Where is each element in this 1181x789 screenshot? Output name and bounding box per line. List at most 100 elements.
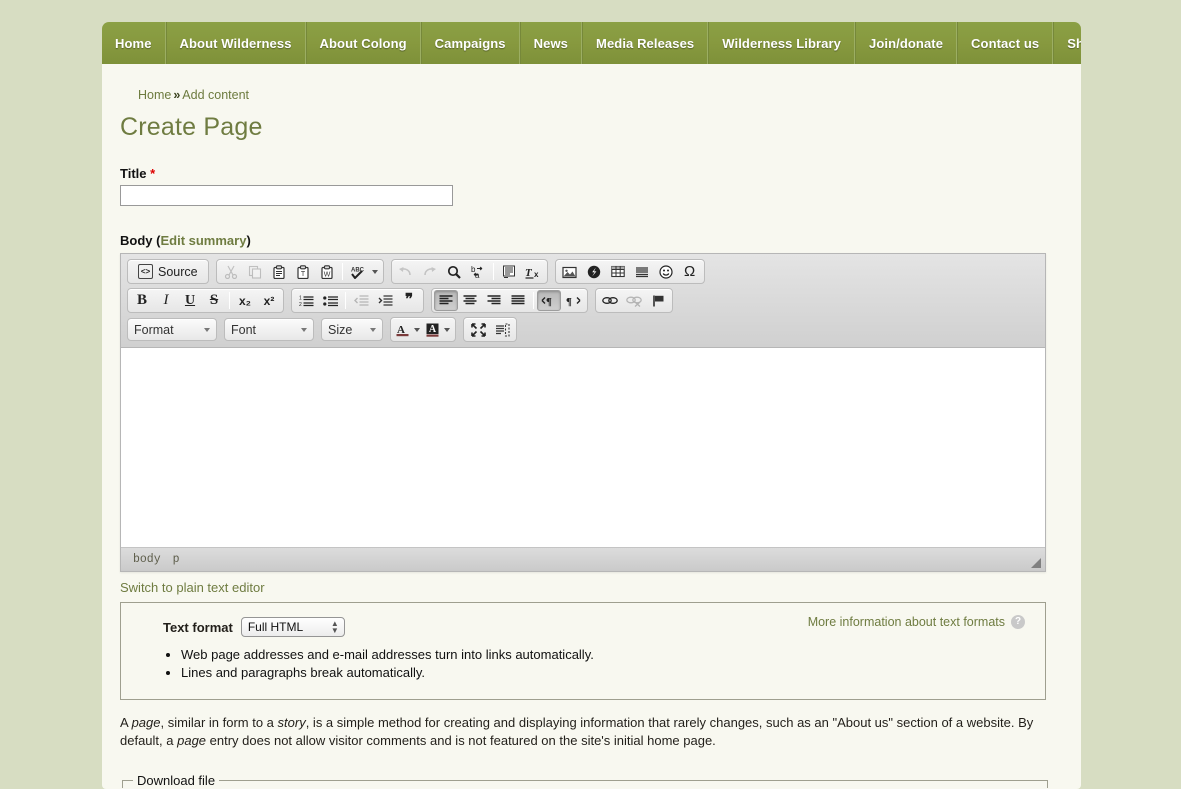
nav-item-join-donate[interactable]: Join/donate: [854, 22, 958, 64]
toolbar-group-tools: [463, 317, 517, 342]
chevron-down-icon: [444, 327, 450, 332]
find-icon[interactable]: [442, 261, 466, 282]
align-right-icon[interactable]: [482, 290, 506, 311]
nav-label: Wilderness Library: [722, 35, 841, 51]
page-root: Home About Wilderness About Colong Campa…: [0, 0, 1181, 789]
size-dropdown-label: Size: [328, 322, 353, 337]
chevron-down-icon: [371, 269, 378, 274]
switch-to-plain-text-editor-link[interactable]: Switch to plain text editor: [120, 580, 265, 595]
paste-icon[interactable]: [267, 261, 291, 282]
toolbar-separator: [345, 292, 346, 309]
nav-item-about-wilderness[interactable]: About Wilderness: [165, 22, 306, 64]
svg-text:T: T: [525, 267, 533, 279]
breadcrumb-link-add-content[interactable]: Add content: [182, 88, 249, 102]
toolbar-group-paragraph-lists: 12 ❞: [291, 288, 424, 313]
numbered-list-icon[interactable]: 12: [294, 290, 318, 311]
body-form-item: Body (Edit summary): [120, 233, 1061, 248]
paste-as-plain-text-icon[interactable]: T: [291, 261, 315, 282]
help-icon: ?: [1011, 615, 1025, 629]
remove-format-icon[interactable]: Tx: [521, 261, 545, 282]
align-justify-icon[interactable]: [506, 290, 530, 311]
text-format-select[interactable]: Full HTML: [240, 617, 345, 637]
nav-label: Shop: [1067, 35, 1081, 51]
desc-em-page2: page: [177, 733, 207, 749]
smiley-icon[interactable]: [654, 261, 678, 282]
nav-item-news[interactable]: News: [519, 22, 583, 64]
text-direction-rtl-icon[interactable]: ¶: [561, 290, 585, 311]
list-item: Lines and paragraphs break automatically…: [181, 665, 1029, 680]
body-editor-area[interactable]: [121, 348, 1045, 548]
title-form-item: Title *: [120, 166, 1061, 206]
anchor-icon[interactable]: [646, 290, 670, 311]
toolbar-separator: [492, 263, 494, 280]
breadcrumb: Home» Add content: [138, 88, 1061, 102]
maximize-icon[interactable]: [466, 319, 490, 340]
bulleted-list-icon[interactable]: [318, 290, 342, 311]
toolbar-row-3: Format Font Size A A: [127, 317, 1041, 342]
ckeditor-toolbox: <> Source T W ABC b a T x Ω B I U S x₂ x…: [121, 254, 1045, 348]
text-color-icon[interactable]: A: [393, 319, 423, 340]
toolbar-group-links: [595, 288, 673, 313]
nav-item-about-colong[interactable]: About Colong: [305, 22, 421, 64]
svg-text:¶: ¶: [566, 296, 572, 307]
bold-icon[interactable]: B: [130, 290, 154, 311]
cut-icon: [219, 261, 243, 282]
background-color-icon[interactable]: A: [423, 319, 453, 340]
title-input[interactable]: [120, 185, 453, 206]
svg-text:¶: ¶: [546, 296, 552, 307]
subscript-icon[interactable]: x₂: [233, 290, 257, 311]
toolbar-separator: [341, 263, 343, 280]
copy-icon: [243, 261, 267, 282]
svg-text:ABC: ABC: [351, 267, 365, 273]
svg-text:x: x: [534, 270, 539, 279]
superscript-icon[interactable]: x²: [257, 290, 281, 311]
element-path-p[interactable]: p: [173, 553, 180, 566]
breadcrumb-link-home[interactable]: Home: [138, 88, 171, 102]
element-path-body[interactable]: body: [133, 553, 161, 566]
underline-icon[interactable]: U: [178, 290, 202, 311]
svg-text:W: W: [323, 271, 330, 278]
chevron-down-icon: [301, 327, 307, 332]
nav-label: Campaigns: [434, 35, 506, 51]
flash-icon[interactable]: [582, 261, 606, 282]
italic-icon[interactable]: I: [154, 290, 178, 311]
more-information-about-text-formats-link[interactable]: More information about text formats ?: [808, 615, 1025, 629]
size-dropdown[interactable]: Size: [321, 318, 383, 341]
table-icon[interactable]: [606, 261, 630, 282]
format-dropdown[interactable]: Format: [127, 318, 217, 341]
toolbar-group-colors: A A: [390, 317, 456, 342]
nav-item-wilderness-library[interactable]: Wilderness Library: [708, 22, 855, 64]
paste-from-word-icon[interactable]: W: [315, 261, 339, 282]
show-blocks-icon[interactable]: [490, 319, 514, 340]
select-all-icon[interactable]: [497, 261, 521, 282]
nav-item-home[interactable]: Home: [102, 22, 166, 64]
download-file-legend[interactable]: Download file: [133, 773, 219, 788]
replace-icon[interactable]: ba: [466, 261, 490, 282]
blockquote-icon[interactable]: ❞: [397, 290, 421, 311]
toolbar-group-insert: Ω: [554, 259, 705, 284]
spell-check-icon[interactable]: ABC: [346, 261, 381, 282]
horizontal-rule-icon[interactable]: [630, 261, 654, 282]
increase-indent-icon[interactable]: [373, 290, 397, 311]
svg-text:A: A: [429, 324, 437, 335]
link-icon[interactable]: [598, 290, 622, 311]
source-button[interactable]: <> Source: [130, 261, 206, 282]
image-icon[interactable]: [558, 261, 582, 282]
nav-item-contact-us[interactable]: Contact us: [957, 22, 1054, 64]
text-format-select-wrapper: Full HTML ▲ ▼: [240, 617, 345, 637]
edit-summary-link[interactable]: Edit summary: [160, 233, 246, 248]
resize-handle-icon[interactable]: [1031, 558, 1041, 568]
font-dropdown[interactable]: Font: [224, 318, 314, 341]
nav-item-shop[interactable]: Shop: [1053, 22, 1081, 64]
nav-item-media-releases[interactable]: Media Releases: [582, 22, 709, 64]
align-left-icon[interactable]: [434, 290, 458, 311]
svg-text:2: 2: [299, 302, 302, 307]
strikethrough-icon[interactable]: S: [202, 290, 226, 311]
source-button-label: Source: [158, 264, 198, 279]
nav-item-campaigns[interactable]: Campaigns: [420, 22, 520, 64]
text-direction-ltr-icon[interactable]: ¶: [537, 290, 561, 311]
special-character-icon[interactable]: Ω: [678, 261, 702, 282]
align-center-icon[interactable]: [458, 290, 482, 311]
toolbar-group-clipboard: T W ABC: [215, 259, 384, 284]
download-file-fieldset[interactable]: Download file: [122, 772, 1048, 788]
